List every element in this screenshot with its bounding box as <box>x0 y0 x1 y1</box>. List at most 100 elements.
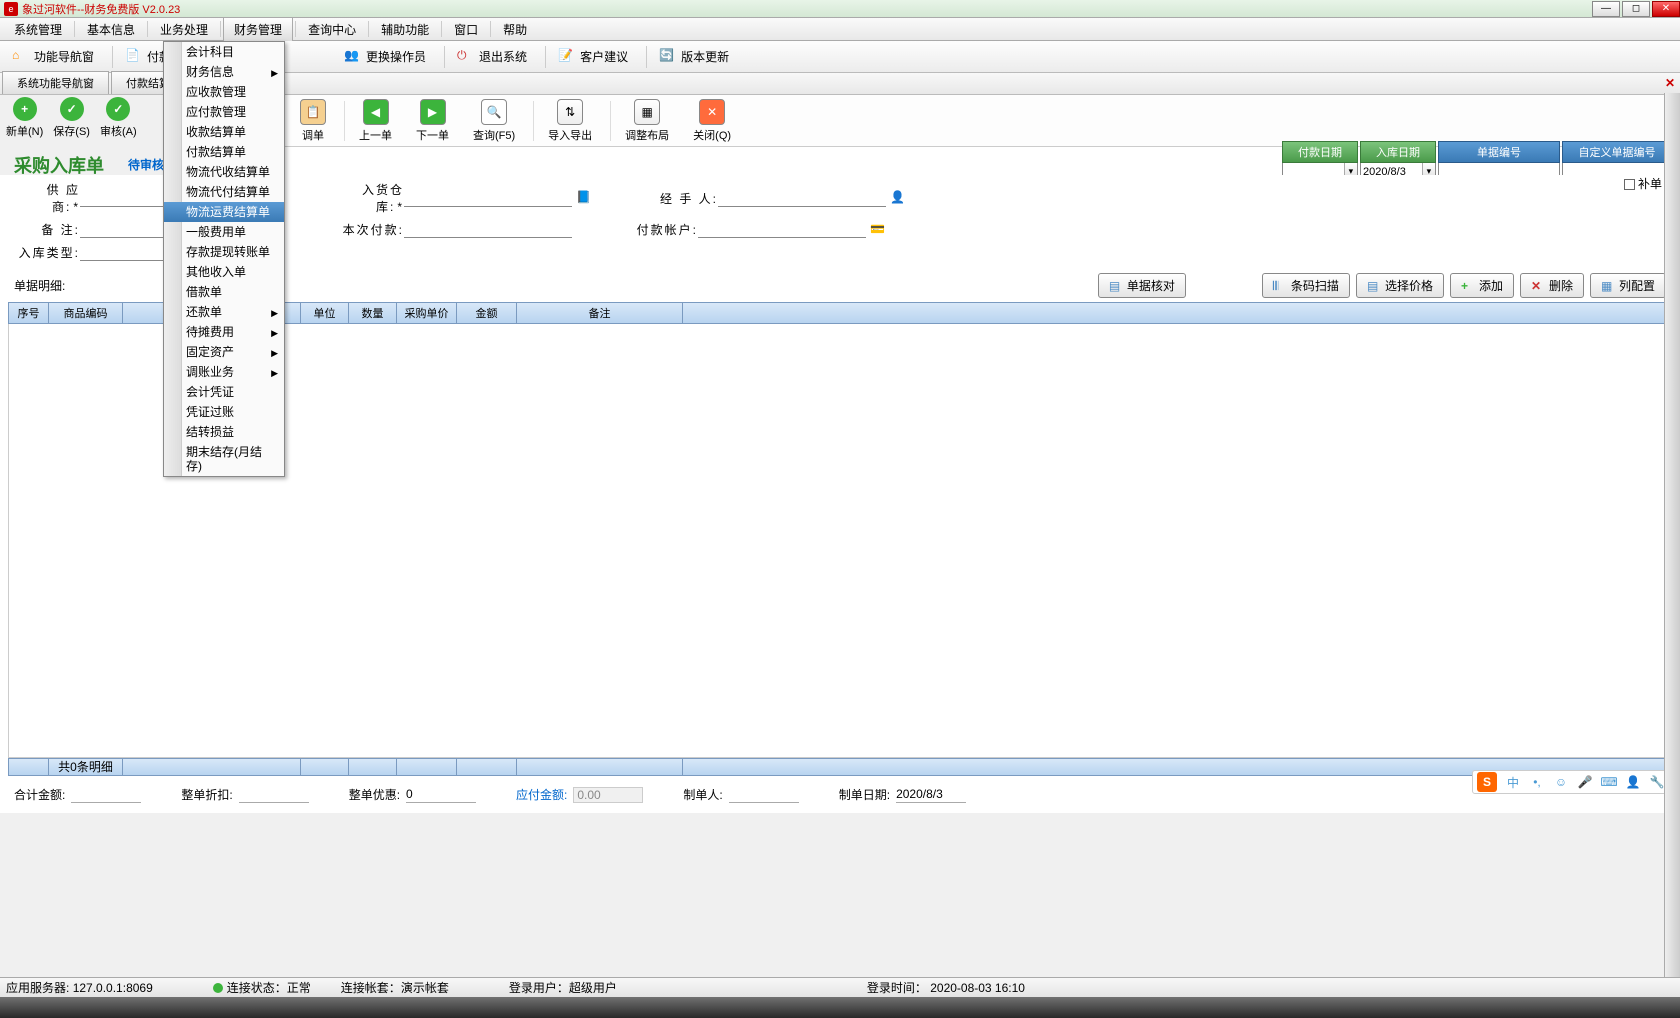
book-value: 演示帐套 <box>401 979 449 996</box>
next-doc-button[interactable]: ▶ 下一单 <box>406 97 459 145</box>
delete-row-button[interactable]: ✕ 删除 <box>1520 273 1584 298</box>
doc-status: 待审核 <box>128 156 164 173</box>
new-doc-button[interactable]: + 新单(N) <box>6 97 43 139</box>
dd-finance-info[interactable]: 财务信息▶ <box>164 62 284 82</box>
tb-nav-window[interactable]: ⌂ 功能导航窗 <box>4 45 102 69</box>
close-button[interactable]: ✕ <box>1652 1 1680 17</box>
ime-main-icon[interactable]: S <box>1477 772 1497 792</box>
dd-deposit-withdraw[interactable]: 存款提现转账单 <box>164 242 284 262</box>
vertical-scrollbar[interactable] <box>1664 93 1680 977</box>
conn-value: 正常 <box>287 979 311 996</box>
detail-label: 单据明细: <box>14 277 65 294</box>
dd-logistics-pay-settle[interactable]: 物流代付结算单 <box>164 182 284 202</box>
book-icon[interactable]: 📘 <box>576 190 592 206</box>
dd-general-expense[interactable]: 一般费用单 <box>164 222 284 242</box>
prev-doc-button[interactable]: ◀ 上一单 <box>349 97 402 145</box>
col-remark[interactable]: 备注 <box>517 303 683 323</box>
col-qty[interactable]: 数量 <box>349 303 397 323</box>
dd-fixed-asset[interactable]: 固定资产▶ <box>164 342 284 362</box>
remark-label: 备 注: <box>14 221 80 238</box>
warehouse-input[interactable] <box>404 190 572 207</box>
audit-doc-button[interactable]: ✓ 审核(A) <box>100 97 137 139</box>
select-price-button[interactable]: ▤ 选择价格 <box>1356 273 1444 298</box>
ime-mic-icon[interactable]: 🎤 <box>1576 773 1594 791</box>
dd-payment-settle[interactable]: 付款结算单 <box>164 142 284 162</box>
ime-zhong[interactable]: 中 <box>1504 773 1522 791</box>
dd-deferred-expense[interactable]: 待摊费用▶ <box>164 322 284 342</box>
dd-logistics-freight-settle[interactable]: 物流运费结算单 <box>164 202 284 222</box>
import-export-button[interactable]: ⇅ 导入导出 <box>538 97 602 145</box>
column-config-button[interactable]: ▦ 列配置 <box>1590 273 1666 298</box>
col-amount[interactable]: 金额 <box>457 303 517 323</box>
title-bar: e 象过河软件--财务免费版 V2.0.23 — ◻ ✕ <box>0 0 1680 18</box>
thispay-input[interactable] <box>404 221 572 238</box>
note-icon: 📝 <box>558 48 576 66</box>
tabs-close-icon[interactable]: ✕ <box>1663 76 1677 90</box>
dd-voucher-post[interactable]: 凭证过账 <box>164 402 284 422</box>
user-icon[interactable]: 👤 <box>890 190 906 206</box>
ime-face-icon[interactable]: ☺ <box>1552 773 1570 791</box>
ime-user-icon[interactable]: 👤 <box>1624 773 1642 791</box>
doc-icon: 📄 <box>125 48 143 66</box>
discount-value[interactable] <box>239 787 309 803</box>
dd-receivable-mgmt[interactable]: 应收款管理 <box>164 82 284 102</box>
col-unit[interactable]: 单位 <box>301 303 349 323</box>
dd-carry-profit[interactable]: 结转损益 <box>164 422 284 442</box>
dd-logistics-recv-settle[interactable]: 物流代收结算单 <box>164 162 284 182</box>
dd-period-close[interactable]: 期末结存(月结存) <box>164 442 284 476</box>
dd-adjust-account[interactable]: 调账业务▶ <box>164 362 284 382</box>
ime-punct-icon[interactable]: •, <box>1528 773 1546 791</box>
menu-help[interactable]: 帮助 <box>493 18 537 41</box>
budan-checkbox[interactable]: 补单 <box>1624 175 1662 192</box>
menu-business[interactable]: 业务处理 <box>150 18 218 41</box>
server-value: 127.0.0.1:8069 <box>73 981 153 995</box>
payable-value: 0.00 <box>573 787 643 803</box>
close-doc-button[interactable]: ✕ 关闭(Q) <box>683 97 741 145</box>
dd-payable-mgmt[interactable]: 应付款管理 <box>164 102 284 122</box>
dd-loan[interactable]: 借款单 <box>164 282 284 302</box>
pref-value[interactable]: 0 <box>406 787 476 803</box>
power-icon: ⏻ <box>457 48 475 66</box>
dd-other-income[interactable]: 其他收入单 <box>164 262 284 282</box>
tb-exit[interactable]: ⏻ 退出系统 <box>449 45 535 69</box>
query-button[interactable]: 🔍 查询(F5) <box>463 97 525 145</box>
menu-basic[interactable]: 基本信息 <box>77 18 145 41</box>
add-row-button[interactable]: + 添加 <box>1450 273 1514 298</box>
save-doc-button[interactable]: ✓ 保存(S) <box>53 97 90 139</box>
save-doc-label: 保存(S) <box>53 123 90 139</box>
account-input[interactable] <box>698 221 866 238</box>
windows-taskbar[interactable] <box>0 997 1680 1018</box>
ime-toolbar[interactable]: S 中 •, ☺ 🎤 ⌨ 👤 🔧 <box>1472 770 1674 794</box>
check-doc-button[interactable]: ▤ 单据核对 <box>1098 273 1186 298</box>
barcode-button[interactable]: 𝄃𝄃 条码扫描 <box>1262 273 1350 298</box>
maximize-button[interactable]: ◻ <box>1622 1 1650 17</box>
adjust-layout-button[interactable]: ▦ 调整布局 <box>615 97 679 145</box>
menu-system[interactable]: 系统管理 <box>4 18 72 41</box>
menu-finance[interactable]: 财务管理 <box>223 17 293 41</box>
menu-window[interactable]: 窗口 <box>444 18 488 41</box>
tab-nav-window[interactable]: 系统功能导航窗 <box>2 71 109 94</box>
card-icon[interactable]: 💳 <box>870 222 886 238</box>
col-index[interactable]: 序号 <box>9 303 49 323</box>
dd-voucher[interactable]: 会计凭证 <box>164 382 284 402</box>
col-price[interactable]: 采购单价 <box>397 303 457 323</box>
dd-repay[interactable]: 还款单▶ <box>164 302 284 322</box>
menu-query[interactable]: 查询中心 <box>298 18 366 41</box>
payable-label[interactable]: 应付金额: <box>516 786 567 803</box>
time-value: 2020-08-03 16:10 <box>930 981 1025 995</box>
col-code[interactable]: 商品编码 <box>49 303 123 323</box>
menu-assist[interactable]: 辅助功能 <box>371 18 439 41</box>
conn-label: 连接状态： <box>227 979 287 996</box>
handler-input[interactable] <box>718 190 886 207</box>
tb-update[interactable]: 🔄 版本更新 <box>651 45 737 69</box>
ime-keyboard-icon[interactable]: ⌨ <box>1600 773 1618 791</box>
maker-value <box>729 787 799 803</box>
tb-change-operator[interactable]: 👥 更换操作员 <box>336 45 434 69</box>
dd-account-subjects[interactable]: 会计科目 <box>164 42 284 62</box>
minimize-button[interactable]: — <box>1592 1 1620 17</box>
summary-count: 共0条明细 <box>49 759 123 775</box>
book-label: 连接帐套： <box>341 979 401 996</box>
recall-doc-button[interactable]: 📋 调单 <box>290 97 336 145</box>
dd-receipt-settle[interactable]: 收款结算单 <box>164 122 284 142</box>
tb-suggest[interactable]: 📝 客户建议 <box>550 45 636 69</box>
